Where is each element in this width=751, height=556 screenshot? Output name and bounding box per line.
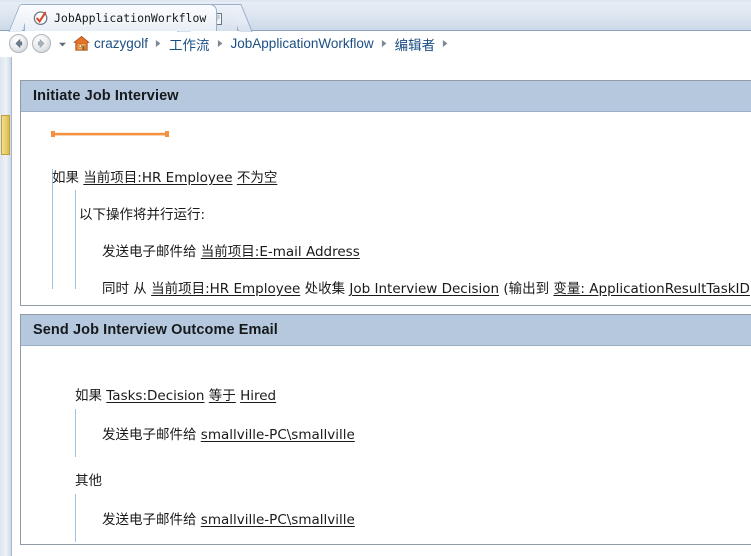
- tab-job-application-workflow[interactable]: JobApplicationWorkflow: [24, 4, 218, 31]
- row-text: 处收集: [300, 281, 350, 297]
- chevron-down-icon: [58, 35, 67, 53]
- forward-button[interactable]: [32, 34, 51, 53]
- home-icon[interactable]: [73, 35, 90, 52]
- tab-bar-top-edge: [0, 0, 751, 2]
- recent-pages-dropdown[interactable]: [56, 34, 68, 54]
- row-text: 如果: [75, 388, 107, 404]
- workflow-canvas: Initiate Job Interview 如果 当前项目:HR Employ…: [13, 57, 751, 556]
- parallel-label-row: 以下操作将并行运行:: [79, 206, 205, 224]
- condition-row[interactable]: 如果 Tasks:Decision 等于 Hired: [75, 387, 276, 405]
- workflow-step-card-send-job-interview-outcome-email: Send Job Interview Outcome Email 如果 Task…: [20, 314, 751, 545]
- row-text: 同时 从: [102, 281, 152, 297]
- indent-guide-then: [75, 409, 76, 457]
- breadcrumb-item-editor[interactable]: 编辑者: [394, 34, 437, 54]
- breadcrumb-item-workflows[interactable]: 工作流: [168, 34, 211, 54]
- row-text: (输出到: [499, 281, 554, 297]
- row-text: 发送电子邮件给: [102, 244, 201, 260]
- send-email-row[interactable]: 发送电子邮件给 当前项目:E-mail Address: [102, 243, 360, 261]
- row-text: 其他: [75, 473, 102, 489]
- row-link-operator[interactable]: 不为空: [237, 170, 278, 186]
- row-link-recipient[interactable]: smallville-PC\smallville: [201, 512, 355, 528]
- row-link-variable[interactable]: 变量: ApplicationResultTaskID: [553, 281, 750, 297]
- checkmark-circle-icon: [33, 10, 49, 26]
- row-link-value[interactable]: Hired: [240, 388, 276, 404]
- else-label-row: 其他: [75, 472, 102, 490]
- indent-guide-inner: [75, 190, 76, 289]
- scrollbar-thumb[interactable]: [1, 115, 10, 155]
- tab-label: JobApplicationWorkflow: [54, 11, 207, 25]
- breadcrumb-separator-icon: [381, 39, 388, 48]
- card-title: Send Job Interview Outcome Email: [33, 322, 278, 338]
- back-button[interactable]: [9, 34, 28, 53]
- row-text: 发送电子邮件给: [102, 512, 201, 528]
- collect-data-row[interactable]: 同时 从 当前项目:HR Employee 处收集 Job Interview …: [102, 280, 751, 298]
- card-header: Send Job Interview Outcome Email: [21, 315, 751, 346]
- breadcrumb-separator-icon: [155, 39, 162, 48]
- breadcrumb-item-job-application-workflow[interactable]: JobApplicationWorkflow: [230, 36, 375, 51]
- tab-bar: JobApplicationWorkflow: [0, 0, 751, 31]
- row-link-recipient[interactable]: 当前项目:E-mail Address: [201, 244, 360, 260]
- row-link-operator[interactable]: 等于: [209, 388, 236, 404]
- workflow-step-card-initiate-job-interview: Initiate Job Interview 如果 当前项目:HR Employ…: [20, 80, 751, 306]
- row-link-field[interactable]: Tasks:Decision: [106, 388, 204, 404]
- card-header: Initiate Job Interview: [21, 81, 751, 112]
- row-link-source[interactable]: 当前项目:HR Employee: [151, 281, 300, 297]
- card-title: Initiate Job Interview: [33, 88, 179, 104]
- row-text: 如果: [52, 170, 84, 186]
- row-text: 以下操作将并行运行:: [79, 207, 206, 223]
- breadcrumb-bar: crazygolf 工作流 JobApplicationWorkflow 编辑者: [0, 31, 751, 57]
- vertical-scrollbar[interactable]: [0, 57, 12, 556]
- breadcrumb-item-crazygolf[interactable]: crazygolf: [93, 36, 149, 51]
- condition-row[interactable]: 如果 当前项目:HR Employee 不为空: [52, 169, 277, 187]
- arrow-right-icon: [35, 37, 48, 50]
- row-link-task[interactable]: Job Interview Decision: [349, 281, 499, 297]
- row-text: 发送电子邮件给: [102, 427, 201, 443]
- row-link-field[interactable]: 当前项目:HR Employee: [83, 170, 232, 186]
- step-progress-bar: [51, 126, 169, 137]
- row-link-recipient[interactable]: smallville-PC\smallville: [201, 427, 355, 443]
- arrow-left-icon: [12, 37, 25, 50]
- else-email-row[interactable]: 发送电子邮件给 smallville-PC\smallville: [102, 511, 355, 529]
- breadcrumb-separator-icon: [442, 39, 449, 48]
- then-email-row[interactable]: 发送电子邮件给 smallville-PC\smallville: [102, 426, 355, 444]
- indent-guide-outer: [52, 169, 53, 289]
- indent-guide-else: [75, 494, 76, 542]
- breadcrumb-separator-icon: [217, 39, 224, 48]
- workflow-editor-window: JobApplicationWorkflow crazygolf 工作流 Job…: [0, 0, 751, 556]
